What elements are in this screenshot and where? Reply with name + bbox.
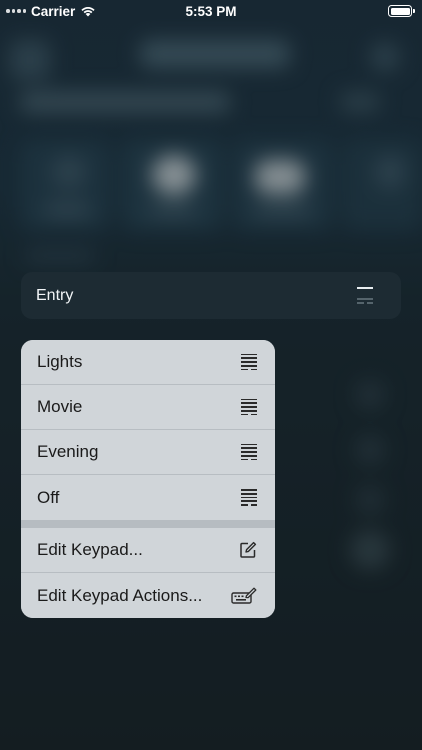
menu-item-label: Lights: [37, 352, 83, 371]
menu-item-lights[interactable]: Lights: [21, 340, 275, 385]
keypad-icon: [241, 443, 257, 461]
keyboard-edit-icon: [231, 587, 257, 604]
keypad-icon: [357, 287, 373, 304]
menu-item-edit-keypad-actions[interactable]: Edit Keypad Actions...: [21, 573, 275, 618]
entry-label: Entry: [36, 286, 74, 304]
context-menu: Lights Movie Evening Off Edit Keypad... …: [21, 340, 275, 618]
keypad-icon: [241, 489, 257, 506]
wifi-icon: [81, 7, 95, 17]
signal-icon: [6, 9, 26, 13]
battery-icon: [388, 5, 415, 17]
menu-item-label: Evening: [37, 442, 99, 461]
menu-item-off[interactable]: Off: [21, 475, 275, 520]
menu-separator: [21, 520, 275, 528]
edit-icon: [240, 541, 257, 558]
menu-item-edit-keypad[interactable]: Edit Keypad...: [21, 528, 275, 573]
menu-item-evening[interactable]: Evening: [21, 430, 275, 475]
menu-item-movie[interactable]: Movie: [21, 385, 275, 430]
keypad-icon: [241, 398, 257, 416]
menu-item-label: Edit Keypad...: [37, 540, 143, 559]
menu-item-label: Off: [37, 487, 60, 507]
menu-item-label: Movie: [37, 397, 83, 416]
status-bar: Carrier 5:53 PM: [0, 0, 422, 22]
status-left: Carrier: [6, 4, 156, 19]
carrier-label: Carrier: [31, 3, 76, 19]
keypad-icon: [241, 353, 257, 371]
menu-item-label: Edit Keypad Actions...: [37, 585, 203, 605]
entry-keypad-row[interactable]: Entry: [21, 272, 401, 319]
